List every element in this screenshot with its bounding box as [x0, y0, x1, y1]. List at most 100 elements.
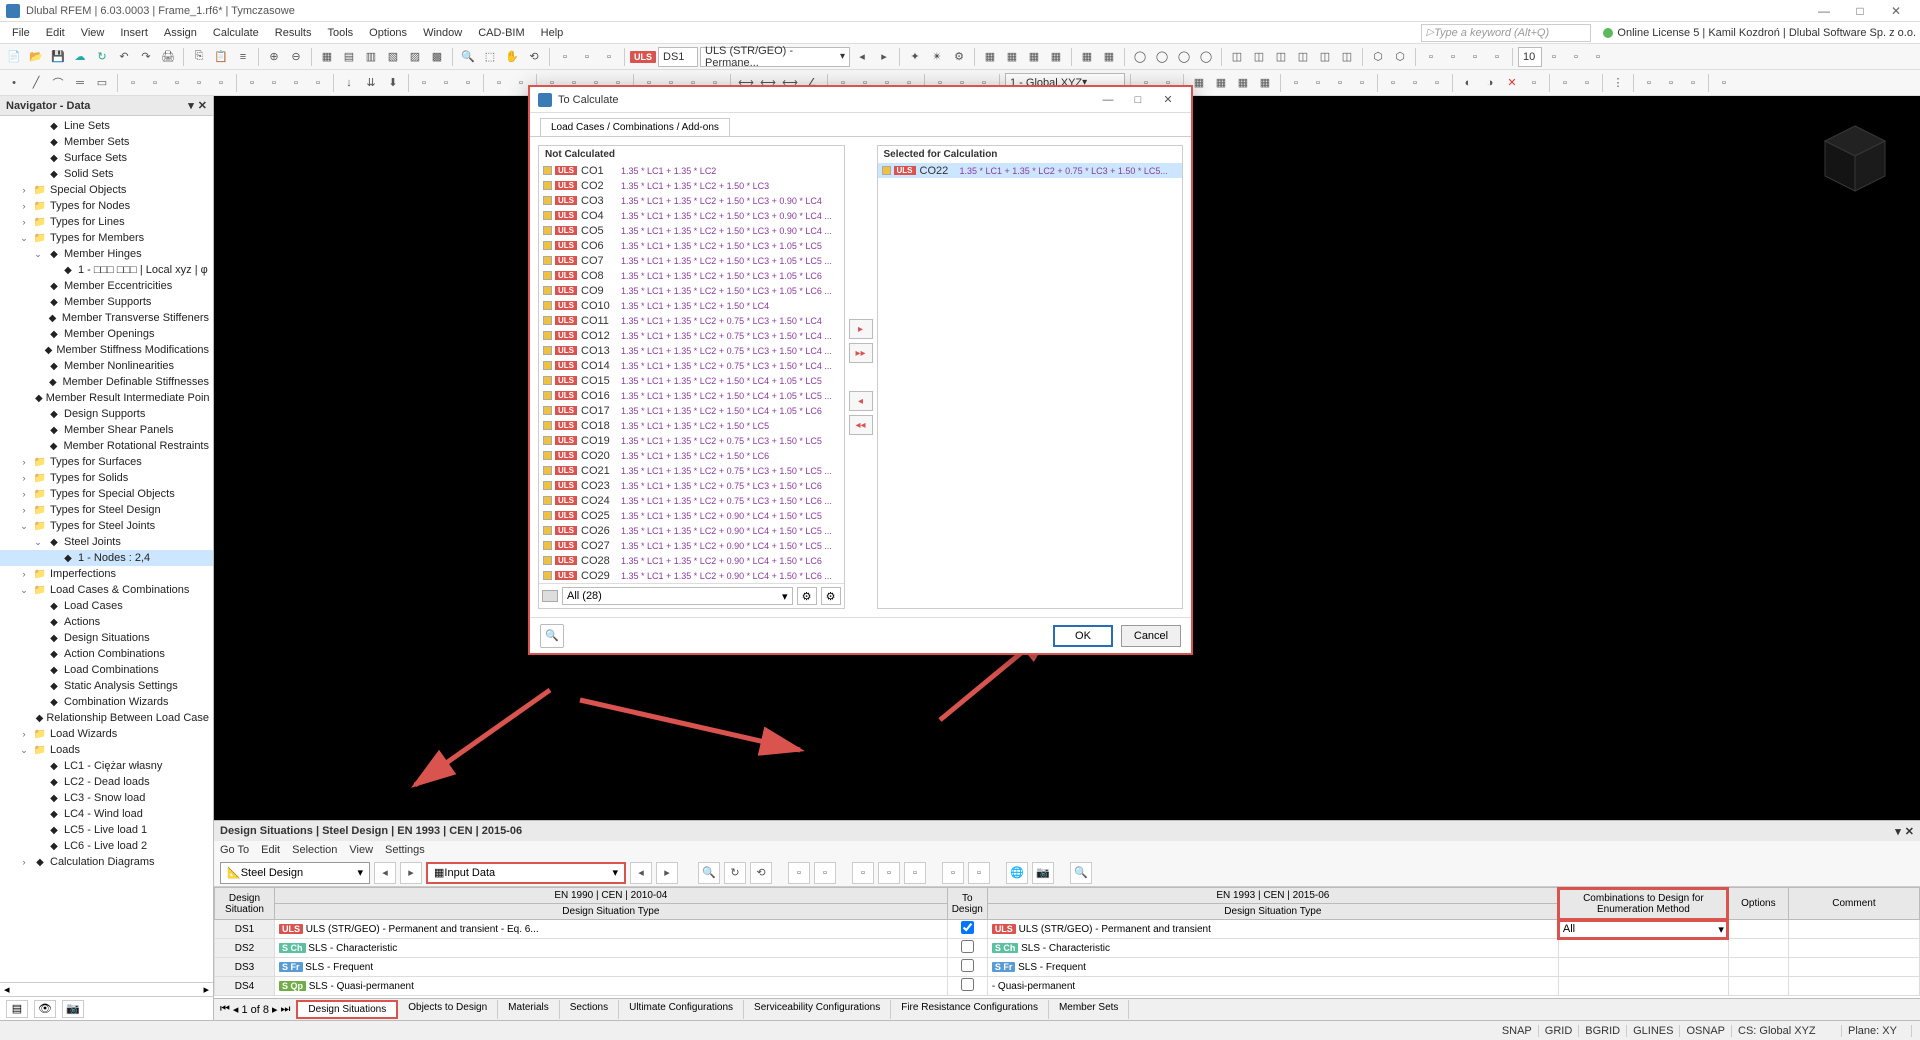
not-calculated-list[interactable]: ULSCO11.35 * LC1 + 1.35 * LC2ULSCO21.35 …	[539, 163, 844, 583]
cancel-button[interactable]: Cancel	[1121, 625, 1181, 647]
bp-tool-a[interactable]: 🔍	[698, 862, 720, 884]
view-layout-5[interactable]: ▨	[405, 47, 425, 67]
tool-3u[interactable]: ▫	[1683, 73, 1703, 93]
tree-item[interactable]: ›Types for Lines	[0, 214, 213, 230]
tree-item[interactable]: ⌄Load Cases & Combinations	[0, 582, 213, 598]
menu-options[interactable]: Options	[361, 25, 415, 41]
nav-pin-icon[interactable]: ▾	[188, 99, 194, 112]
zoom-in-button[interactable]: ⊕	[264, 47, 284, 67]
tool-b2[interactable]: ▦	[1002, 47, 1022, 67]
bp-prev2[interactable]: ◂	[630, 862, 652, 884]
minimize-button[interactable]: —	[1806, 1, 1842, 21]
combination-row[interactable]: ULSCO271.35 * LC1 + 1.35 * LC2 + 0.90 * …	[539, 538, 844, 553]
dialog-minimize[interactable]: —	[1093, 90, 1123, 110]
tool-3m[interactable]: ◐	[1458, 73, 1478, 93]
filter-btn-2[interactable]: ⚙	[821, 587, 841, 605]
bp-menu-selection[interactable]: Selection	[292, 844, 337, 856]
tool-3j[interactable]: ▫	[1383, 73, 1403, 93]
bp-tool-l[interactable]: 📷	[1032, 862, 1054, 884]
next-button[interactable]: ▸	[874, 47, 894, 67]
menu-file[interactable]: File	[4, 25, 38, 41]
rotate-button[interactable]: ⟲	[524, 47, 544, 67]
tree-item[interactable]: ◆Member Nonlinearities	[0, 358, 213, 374]
tool-e2[interactable]: ◫	[1249, 47, 1269, 67]
tool-e4[interactable]: ◫	[1293, 47, 1313, 67]
move-left-button[interactable]: ◂	[849, 391, 873, 411]
tool-h1[interactable]: ▫	[1544, 47, 1564, 67]
tree-item[interactable]: ◆Member Eccentricities	[0, 278, 213, 294]
tool-2j[interactable]: ▫	[414, 73, 434, 93]
combination-row[interactable]: ULSCO161.35 * LC1 + 1.35 * LC2 + 1.50 * …	[539, 388, 844, 403]
combination-row[interactable]: ULSCO171.35 * LC1 + 1.35 * LC2 + 1.50 * …	[539, 403, 844, 418]
load-tool-1[interactable]: ↓	[339, 73, 359, 93]
tree-item[interactable]: ›Special Objects	[0, 182, 213, 198]
nav-scroll-right[interactable]: ▸	[203, 983, 209, 996]
tool-3v[interactable]: ▫	[1714, 73, 1734, 93]
tree-item[interactable]: ◆Design Situations	[0, 630, 213, 646]
status-glines[interactable]: GLINES	[1627, 1025, 1680, 1037]
tab-serviceability-configurations[interactable]: Serviceability Configurations	[744, 1000, 891, 1019]
navigator-tree[interactable]: ◆Line Sets◆Member Sets◆Surface Sets◆Soli…	[0, 116, 213, 982]
tool-3f[interactable]: ▫	[1286, 73, 1306, 93]
dialog-titlebar[interactable]: To Calculate — □ ✕	[530, 87, 1191, 113]
ds-selector[interactable]: DS1	[658, 47, 698, 67]
display-2-button[interactable]: ▫	[577, 47, 597, 67]
combination-row[interactable]: ULSCO81.35 * LC1 + 1.35 * LC2 + 1.50 * L…	[539, 268, 844, 283]
tree-item[interactable]: ›Types for Surfaces	[0, 454, 213, 470]
bp-close-icon[interactable]: ✕	[1905, 825, 1914, 838]
open-file-button[interactable]: 📂	[26, 47, 46, 67]
tool-g1[interactable]: ▫	[1421, 47, 1441, 67]
tree-item[interactable]: ◆Actions	[0, 614, 213, 630]
keyword-search[interactable]: ▷ Type a keyword (Alt+Q)	[1421, 24, 1591, 42]
tree-item[interactable]: ⌄Loads	[0, 742, 213, 758]
tool-3n[interactable]: ◑	[1480, 73, 1500, 93]
tree-item[interactable]: ◆Surface Sets	[0, 150, 213, 166]
status-osnap[interactable]: OSNAP	[1680, 1025, 1732, 1037]
paste-button[interactable]: 📋	[211, 47, 231, 67]
tab-ultimate-configurations[interactable]: Ultimate Configurations	[619, 1000, 744, 1019]
tool-f1[interactable]: ⬡	[1368, 47, 1388, 67]
bp-tool-c[interactable]: ⟲	[750, 862, 772, 884]
status-bgrid[interactable]: BGRID	[1579, 1025, 1627, 1037]
menu-help[interactable]: Help	[533, 25, 572, 41]
new-file-button[interactable]: 📄	[4, 47, 24, 67]
nav-scroll-left[interactable]: ◂	[4, 983, 10, 996]
tree-item[interactable]: ◆Design Supports	[0, 406, 213, 422]
tree-item[interactable]: ◆Load Cases	[0, 598, 213, 614]
arc-tool[interactable]: ⌒	[48, 73, 68, 93]
tree-item[interactable]: ◆Member Supports	[0, 294, 213, 310]
combination-row[interactable]: ULSCO251.35 * LC1 + 1.35 * LC2 + 0.90 * …	[539, 508, 844, 523]
prev-button[interactable]: ◂	[852, 47, 872, 67]
tool-a2[interactable]: ✴	[927, 47, 947, 67]
tree-item[interactable]: ◆Member Shear Panels	[0, 422, 213, 438]
bp-next2[interactable]: ▸	[656, 862, 678, 884]
bp-tool-g[interactable]: ▫	[878, 862, 900, 884]
grid-tool-2[interactable]: ▦	[1211, 73, 1231, 93]
tool-e3[interactable]: ◫	[1271, 47, 1291, 67]
tree-item[interactable]: ›◆Calculation Diagrams	[0, 854, 213, 870]
combo-value[interactable]: All	[1563, 923, 1575, 935]
tree-item[interactable]: ◆Solid Sets	[0, 166, 213, 182]
filter-combo[interactable]: All (28)▾	[562, 587, 793, 605]
redo-button[interactable]: ↷	[136, 47, 156, 67]
tool-b1[interactable]: ▦	[980, 47, 1000, 67]
bp-prev[interactable]: ◂	[374, 862, 396, 884]
tree-item[interactable]: ◆Member Stiffness Modifications	[0, 342, 213, 358]
bp-menu-go-to[interactable]: Go To	[220, 844, 249, 856]
grid-tool-4[interactable]: ▦	[1255, 73, 1275, 93]
node-tool[interactable]: •	[4, 73, 24, 93]
tool-2i[interactable]: ▫	[308, 73, 328, 93]
tree-item[interactable]: ◆Member Definable Stiffnesses	[0, 374, 213, 390]
tree-item[interactable]: ◆1 - Nodes : 2,4	[0, 550, 213, 566]
table-row[interactable]: DS4S Qp SLS - Quasi-permanent- Quasi-per…	[215, 977, 1920, 996]
tool-3q[interactable]: ▫	[1577, 73, 1597, 93]
close-button[interactable]: ✕	[1878, 1, 1914, 21]
menu-window[interactable]: Window	[415, 25, 470, 41]
undo-button[interactable]: ↶	[114, 47, 134, 67]
combination-row[interactable]: ULSCO61.35 * LC1 + 1.35 * LC2 + 1.50 * L…	[539, 238, 844, 253]
surface-tool[interactable]: ▭	[92, 73, 112, 93]
combination-row[interactable]: ULSCO11.35 * LC1 + 1.35 * LC2	[539, 163, 844, 178]
tool-e1[interactable]: ◫	[1227, 47, 1247, 67]
status-grid[interactable]: GRID	[1539, 1025, 1580, 1037]
combination-row[interactable]: ULSCO51.35 * LC1 + 1.35 * LC2 + 1.50 * L…	[539, 223, 844, 238]
